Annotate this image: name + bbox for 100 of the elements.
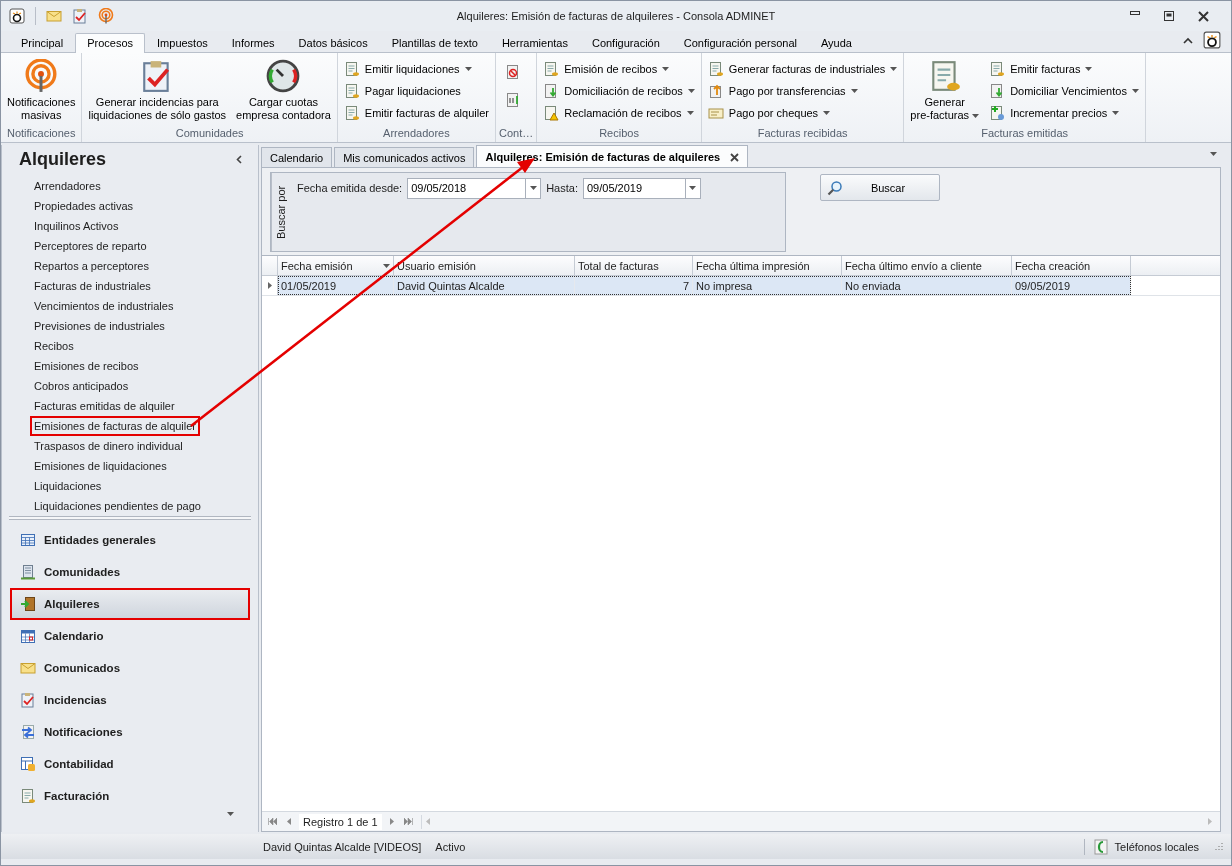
number-icon <box>504 92 521 108</box>
nav-pane-button[interactable]: Comunicados <box>10 652 250 684</box>
caret-icon <box>823 111 831 115</box>
sidebar-link[interactable]: Arrendadores <box>30 176 105 196</box>
sidebar-link[interactable]: Perceptores de reparto <box>30 236 151 256</box>
sidebar-link[interactable]: Cobros anticipados <box>30 376 133 396</box>
ribbon-button[interactable]: Pago por transferencias <box>704 81 901 101</box>
sidebar-link[interactable]: Repartos a perceptores <box>30 256 153 276</box>
dropdown-button[interactable] <box>525 177 542 199</box>
record-counter: Registro 1 de 1 <box>299 813 382 830</box>
sidebar-link[interactable]: Traspasos de dinero individual <box>30 436 187 456</box>
broadcast-icon <box>24 59 59 93</box>
sidebar-link[interactable]: Previsiones de industriales <box>30 316 169 336</box>
sidebar-link[interactable]: Emisiones de facturas de alquiler <box>30 416 201 436</box>
sidebar-link[interactable]: Liquidaciones <box>30 476 106 496</box>
table-cell: No impresa <box>693 276 842 295</box>
ribbon-button[interactable]: Domiciliar Vencimientos <box>986 81 1142 101</box>
date-field[interactable]: 09/05/2019 <box>582 177 685 199</box>
nav-pane-button[interactable]: Comunidades <box>10 556 250 588</box>
ribbon-tab[interactable]: Principal <box>9 33 76 53</box>
column-header[interactable]: Total de facturas <box>575 256 693 275</box>
ribbon-button[interactable]: Incrementar precios <box>986 103 1142 123</box>
collapse-ribbon-icon[interactable] <box>1183 36 1193 44</box>
document-tab[interactable]: Mis comunicados activos <box>334 147 475 167</box>
sidebar-link[interactable]: Propiedades activas <box>30 196 138 216</box>
ribbon-button[interactable]: Reclamación de recibos <box>540 103 698 123</box>
column-header[interactable]: Usuario emisión <box>394 256 575 275</box>
table-cell: 09/05/2019 <box>1012 276 1131 295</box>
sidebar-link[interactable]: Facturas de industriales <box>30 276 155 296</box>
next-record-icon[interactable] <box>389 818 394 825</box>
column-header[interactable]: Fecha creación <box>1012 256 1131 275</box>
document-tab[interactable]: Alquileres: Emisión de facturas de alquileres <box>476 145 749 168</box>
phones-label[interactable]: Teléfonos locales <box>1114 840 1199 853</box>
document-icon <box>543 61 560 77</box>
document-tab[interactable]: Calendario <box>261 147 333 167</box>
search-button[interactable]: Buscar <box>820 174 940 201</box>
last-record-icon[interactable] <box>403 818 413 825</box>
ribbon-button[interactable]: Emitir facturas de alquiler <box>340 103 492 123</box>
minimize-icon[interactable] <box>1130 10 1140 15</box>
restore-icon[interactable] <box>1164 10 1174 21</box>
ribbon-button[interactable]: Notificaciones masivas <box>4 55 79 127</box>
ribbon-button[interactable]: Domiciliación de recibos <box>540 81 698 101</box>
arrows-icon <box>20 724 36 740</box>
status-state: Activo <box>435 840 466 853</box>
nav-pane-button[interactable]: Incidencias <box>10 684 250 716</box>
document-icon <box>20 788 36 804</box>
ribbon-button[interactable]: Emitir liquidaciones <box>340 59 492 79</box>
sidebar-link[interactable]: Liquidaciones pendientes de pago <box>30 496 205 516</box>
nav-pane-button[interactable]: Facturación <box>10 780 250 812</box>
ribbon-button[interactable]: Emisión de recibos <box>540 59 698 79</box>
app-logo-icon <box>9 8 25 24</box>
ribbon-button[interactable]: Generar incidencias para liquidaciones de sólo gastos <box>85 55 230 127</box>
nav-pane-button[interactable]: Alquileres <box>10 588 250 620</box>
nav-pane-button[interactable]: Calendario <box>10 620 250 652</box>
ribbon-tab[interactable]: Procesos <box>75 33 146 53</box>
nav-pane-button[interactable]: Contabilidad <box>10 748 250 780</box>
ribbon-button[interactable]: Pago por cheques <box>704 103 901 123</box>
sidebar-link[interactable]: Vencimientos de industriales <box>30 296 178 316</box>
nav-pane-button[interactable]: Notificaciones <box>10 716 250 748</box>
sidebar-link[interactable]: Emisiones de liquidaciones <box>30 456 171 476</box>
clipboard-icon <box>72 8 88 24</box>
ribbon-button[interactable]: Pagar liquidaciones <box>340 81 492 101</box>
ribbon-tab[interactable]: Impuestos <box>145 33 220 53</box>
window-title: Alquileres: Emisión de facturas de alquileres - Consola ADMINET <box>455 10 777 22</box>
previous-record-icon[interactable] <box>287 818 291 825</box>
close-icon[interactable] <box>730 152 740 162</box>
ribbon-button[interactable]: Cargar cuotas empresa contadora <box>233 55 334 127</box>
collapse-sidebar-icon[interactable] <box>236 155 242 164</box>
resize-grip-icon[interactable] <box>1213 841 1223 852</box>
nav-pane-button[interactable]: Entidades generales <box>10 524 250 556</box>
ribbon-tab[interactable]: Ayuda <box>808 33 864 53</box>
sidebar-link[interactable]: Recibos <box>30 336 78 356</box>
group-label: Buscar por <box>274 185 287 239</box>
ribbon-button[interactable]: Generar pre-facturas <box>907 55 983 127</box>
broadcast-icon <box>98 8 114 24</box>
ribbon-tab[interactable]: Plantillas de texto <box>379 33 490 53</box>
ribbon-tab[interactable]: Configuración <box>579 33 672 53</box>
table-cell: 01/05/2019 <box>278 276 394 295</box>
ribbon-button[interactable]: Generar facturas de industriales <box>704 59 901 79</box>
sidebar-link[interactable]: Inquilinos Activos <box>30 216 123 236</box>
first-record-icon[interactable] <box>268 818 277 825</box>
sidebar-link[interactable]: Emisiones de recibos <box>30 356 143 376</box>
ribbon-group-label: Facturas recibidas <box>756 127 849 141</box>
envelope-icon <box>46 8 62 24</box>
ribbon-button[interactable]: Emitir facturas <box>986 59 1142 79</box>
field-label: Hasta: <box>546 182 578 194</box>
column-header[interactable]: Fecha último envío a cliente <box>842 256 1012 275</box>
column-header[interactable]: Fecha emisión <box>278 256 394 275</box>
ribbon-tab[interactable]: Herramientas <box>489 33 580 53</box>
ribbon-group-label: Cont… <box>498 127 534 141</box>
ribbon-tab[interactable]: Datos básicos <box>286 33 380 53</box>
close-icon[interactable] <box>1198 10 1209 22</box>
document-icon <box>343 61 360 77</box>
sidebar-link[interactable]: Facturas emitidas de alquiler <box>30 396 179 416</box>
column-header[interactable]: Fecha última impresión <box>693 256 842 275</box>
ribbon-tab[interactable]: Informes <box>219 33 287 53</box>
ribbon-group-label: Comunidades <box>174 127 245 141</box>
caret-icon <box>972 114 980 119</box>
date-field[interactable]: 09/05/2018 <box>407 177 526 199</box>
ribbon-tab[interactable]: Configuración personal <box>671 33 809 53</box>
